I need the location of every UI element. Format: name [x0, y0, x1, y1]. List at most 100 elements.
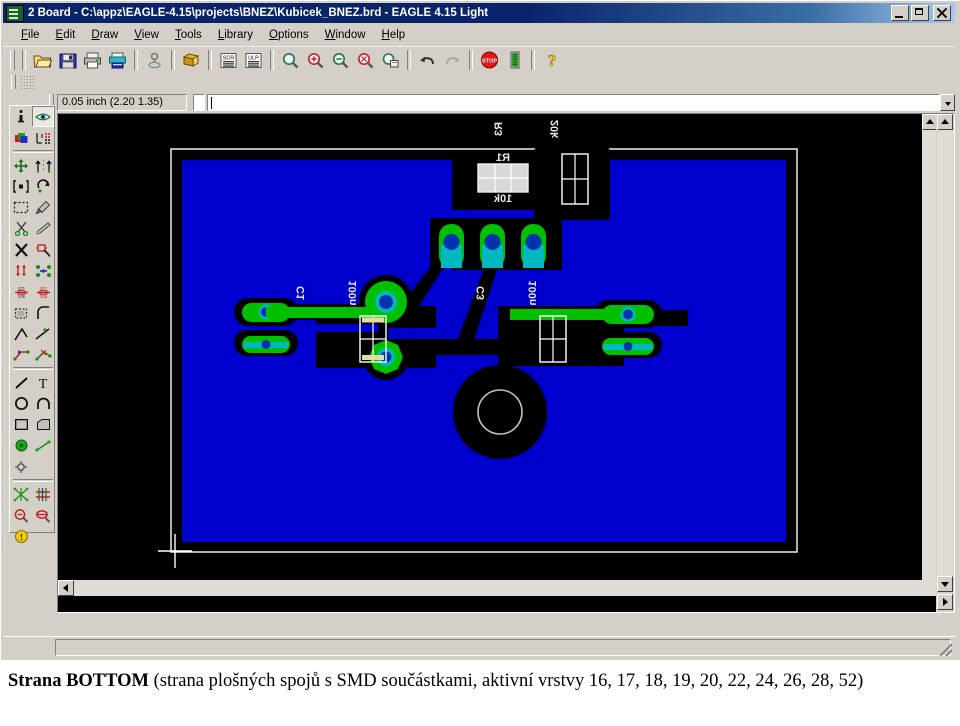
zoom-out-icon[interactable]: [329, 49, 352, 71]
command-input[interactable]: [207, 93, 940, 111]
via-icon[interactable]: [10, 435, 32, 456]
name-icon[interactable]: R2 10k: [10, 281, 32, 302]
menu-library[interactable]: Library: [210, 28, 261, 42]
status-bar: [3, 636, 955, 658]
help-icon[interactable]: ?: [540, 49, 563, 71]
horizontal-scroll-track[interactable]: [74, 580, 938, 596]
mdi-scroll-right-button[interactable]: [937, 594, 953, 610]
rotate-icon[interactable]: [32, 176, 54, 197]
window-resize-grip[interactable]: [940, 644, 952, 656]
window-title: 2 Board - C:\appz\EAGLE-4.15\projects\BN…: [28, 7, 489, 19]
toolbar-grip[interactable]: [10, 50, 15, 70]
silkscreen-C1-name: C1: [295, 286, 307, 300]
menu-window[interactable]: Window: [317, 28, 374, 42]
hole-icon[interactable]: [10, 456, 32, 477]
menu-file[interactable]: File: [13, 28, 48, 42]
zoom-redraw-icon[interactable]: [354, 49, 377, 71]
replace-icon[interactable]: [32, 260, 54, 281]
secondary-toolbar-grip[interactable]: [11, 75, 16, 89]
split-icon[interactable]: [10, 323, 32, 344]
minimize-button[interactable]: [891, 5, 909, 21]
save-file-icon[interactable]: [56, 49, 79, 71]
pcb-drawing: R1 10k 20k R3 100n C1 100n C3: [58, 114, 938, 596]
command-history-dropdown[interactable]: [940, 93, 955, 111]
drc-icon[interactable]: [32, 484, 54, 505]
library-icon[interactable]: [180, 49, 203, 71]
route-icon[interactable]: [10, 344, 32, 365]
close-button[interactable]: [933, 5, 951, 21]
menu-bar: File Edit Draw View Tools Library Option…: [3, 25, 955, 45]
pad-left-2: [242, 336, 290, 353]
scroll-left-button[interactable]: [58, 580, 74, 596]
warning-icon[interactable]: !: [10, 526, 32, 547]
mdi-scroll-down-button[interactable]: [937, 576, 953, 592]
zoom-in-icon[interactable]: [304, 49, 327, 71]
display-layers-icon[interactable]: [31, 106, 54, 127]
arc-icon[interactable]: [32, 393, 54, 414]
errors-icon[interactable]: [10, 505, 32, 526]
maximize-button[interactable]: [911, 5, 929, 21]
svg-text:T: T: [39, 377, 48, 390]
menu-help[interactable]: Help: [374, 28, 414, 42]
wire-icon[interactable]: [10, 372, 32, 393]
ratsnest-icon[interactable]: [10, 484, 32, 505]
pinswap-icon[interactable]: [10, 260, 32, 281]
window-controls: [889, 5, 951, 21]
cut-icon[interactable]: [10, 218, 32, 239]
board-editor-canvas[interactable]: R1 10k 20k R3 100n C1 100n C3: [58, 114, 938, 596]
info-icon[interactable]: [10, 106, 32, 127]
menu-edit[interactable]: Edit: [48, 28, 84, 42]
ulp-icon[interactable]: ULP: [242, 49, 265, 71]
command-mode-box[interactable]: [193, 93, 205, 111]
title-bar[interactable]: 2 Board - C:\appz\EAGLE-4.15\projects\BN…: [3, 3, 955, 23]
delete-icon[interactable]: [10, 239, 32, 260]
caption-rest: (strana plošných spojů s SMD součástkami…: [149, 671, 864, 691]
change-icon[interactable]: [32, 197, 54, 218]
go-icon[interactable]: [503, 49, 526, 71]
menu-options[interactable]: Options: [261, 28, 317, 42]
value-icon[interactable]: R2 10k: [32, 281, 54, 302]
smash-icon[interactable]: [10, 302, 32, 323]
silkscreen-R1-name: R1: [496, 152, 510, 164]
horizontal-scrollbar[interactable]: [58, 580, 938, 596]
text-icon[interactable]: T: [32, 372, 54, 393]
redo-icon[interactable]: [441, 49, 464, 71]
group-icon[interactable]: [10, 176, 32, 197]
menu-draw[interactable]: Draw: [83, 28, 126, 42]
erc-icon[interactable]: [32, 505, 54, 526]
zoom-select-icon[interactable]: [379, 49, 402, 71]
polygon-icon[interactable]: [32, 414, 54, 435]
stop-icon[interactable]: STOP: [478, 49, 501, 71]
eagle-board-window: 2 Board - C:\appz\EAGLE-4.15\projects\BN…: [0, 0, 960, 660]
miter-icon[interactable]: [32, 302, 54, 323]
circle-icon[interactable]: [10, 393, 32, 414]
open-file-icon[interactable]: [31, 49, 54, 71]
move-icon[interactable]: [10, 155, 32, 176]
palette-empty-cell-2: [32, 526, 54, 547]
svg-text:10k: 10k: [17, 294, 25, 299]
mdi-vertical-scroll-track[interactable]: [937, 130, 953, 576]
script-icon[interactable]: SCR: [217, 49, 240, 71]
mdi-right-gutter: [936, 114, 954, 612]
menu-view[interactable]: View: [126, 28, 167, 42]
paste-icon[interactable]: [32, 218, 54, 239]
menu-tools[interactable]: Tools: [167, 28, 210, 42]
zoom-fit-icon[interactable]: [279, 49, 302, 71]
add-part-icon[interactable]: [32, 239, 54, 260]
optimize-icon[interactable]: [32, 323, 54, 344]
print-setup-icon[interactable]: [106, 49, 129, 71]
pad-right-2: [602, 338, 654, 355]
ripup-icon[interactable]: [32, 344, 54, 365]
mdi-scroll-up-button[interactable]: [937, 114, 953, 130]
rectangle-icon[interactable]: [10, 414, 32, 435]
mirror-icon[interactable]: [32, 155, 54, 176]
layer-settings-icon[interactable]: [10, 127, 32, 148]
print-icon[interactable]: [81, 49, 104, 71]
silkscreen-C1-value: 100n: [347, 280, 359, 305]
main-toolbar: SCR ULP STOP ?: [3, 46, 955, 73]
marquee-select-icon[interactable]: [10, 197, 32, 218]
grid-settings-icon[interactable]: [32, 127, 54, 148]
undo-icon[interactable]: [416, 49, 439, 71]
cam-processor-icon[interactable]: [143, 49, 166, 71]
signal-icon[interactable]: [32, 435, 54, 456]
